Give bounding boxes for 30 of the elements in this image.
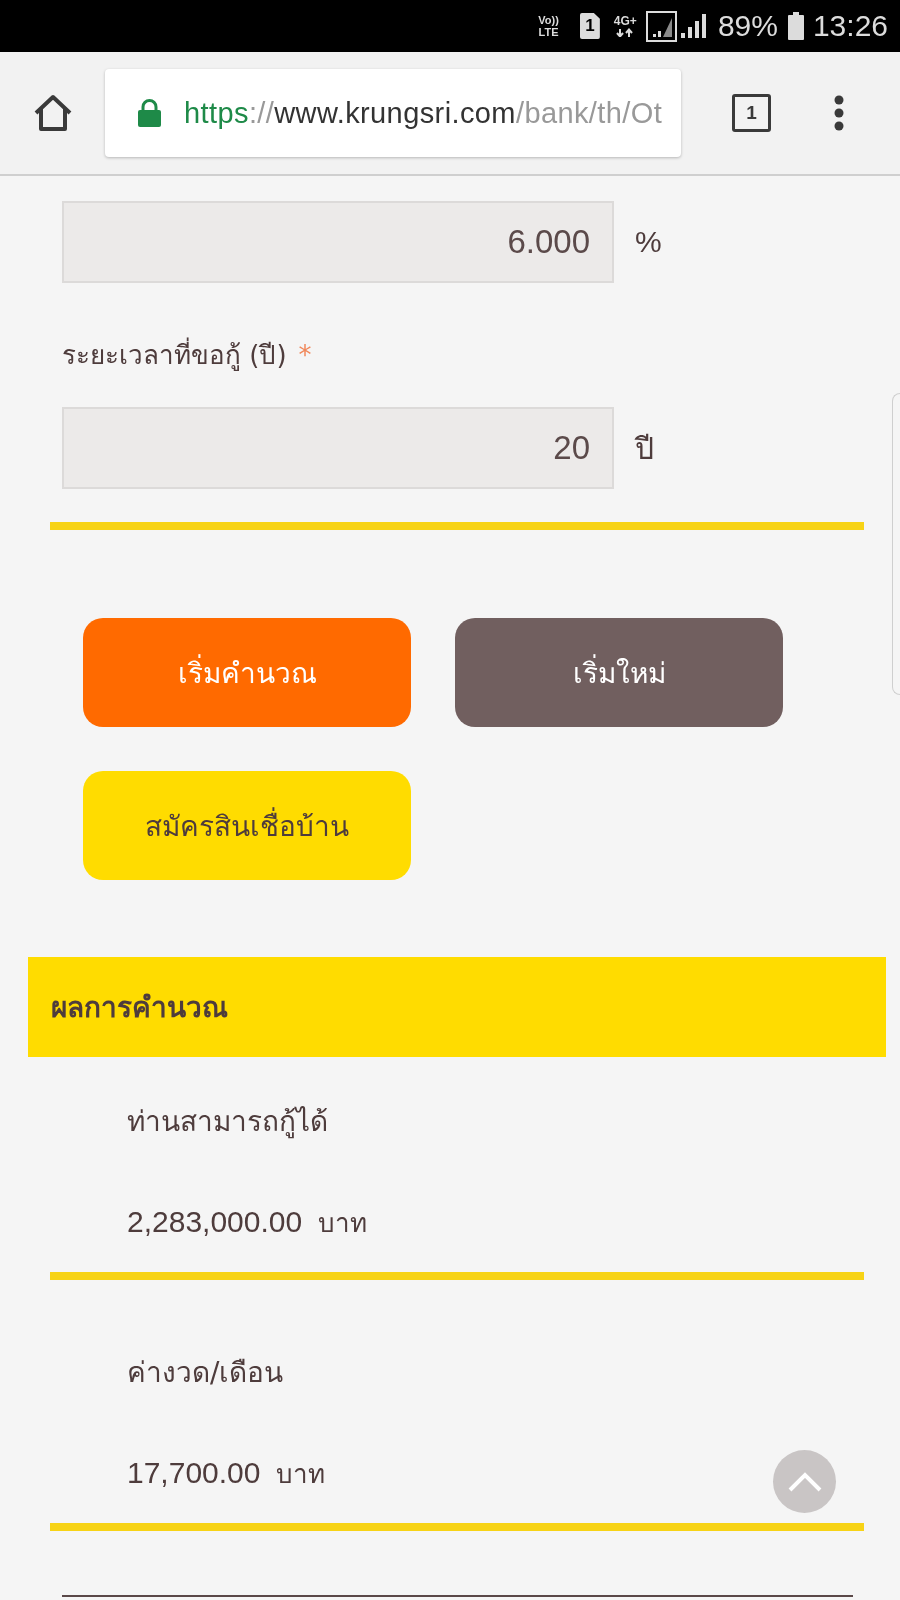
chevron-up-icon xyxy=(787,1471,822,1492)
address-bar[interactable]: https://www.krungsri.com/bank/th/Ot xyxy=(105,69,681,157)
signal-bars-icon xyxy=(680,14,707,38)
unit-label: ปี xyxy=(635,430,654,467)
menu-icon[interactable] xyxy=(833,95,845,131)
currency-unit: บาท xyxy=(276,1457,326,1491)
result-value: 2,283,000.00 xyxy=(127,1205,303,1239)
input-field[interactable]: 20 xyxy=(62,407,614,489)
signal-icon xyxy=(645,10,677,42)
clock-time: 13:26 xyxy=(812,9,888,43)
tab-switcher-button[interactable]: 1 xyxy=(732,94,771,132)
home-icon[interactable] xyxy=(33,94,73,132)
input-field[interactable]: 6.000 xyxy=(62,201,614,283)
unit-label: % xyxy=(635,225,662,259)
result-value: 17,700.00 xyxy=(127,1456,261,1490)
reset-button[interactable]: เริ่มใหม่ xyxy=(455,618,783,727)
result-label: ค่างวด/เดือน xyxy=(127,1355,284,1391)
volte-indicator: Vo)) LTE xyxy=(538,14,559,38)
updown-arrows-icon xyxy=(616,28,635,37)
url-text: https://www.krungsri.com/bank/th/Ot xyxy=(184,96,663,130)
apply-button[interactable]: สมัครสินเชื่อบ้าน xyxy=(83,771,411,880)
battery-icon xyxy=(787,12,804,40)
results-title: ผลการคำนวณ xyxy=(51,990,228,1026)
field-label: ระยะเวลาที่ขอกู้ (ปี) xyxy=(62,335,287,375)
network-type-label: 4G+ xyxy=(613,15,637,28)
result-label: ท่านสามารถกู้ได้ xyxy=(127,1104,328,1141)
currency-unit: บาท xyxy=(318,1206,368,1240)
battery-percent: 89% xyxy=(717,9,778,43)
sim-indicator: 1 xyxy=(579,13,600,39)
required-mark: * xyxy=(298,340,312,370)
